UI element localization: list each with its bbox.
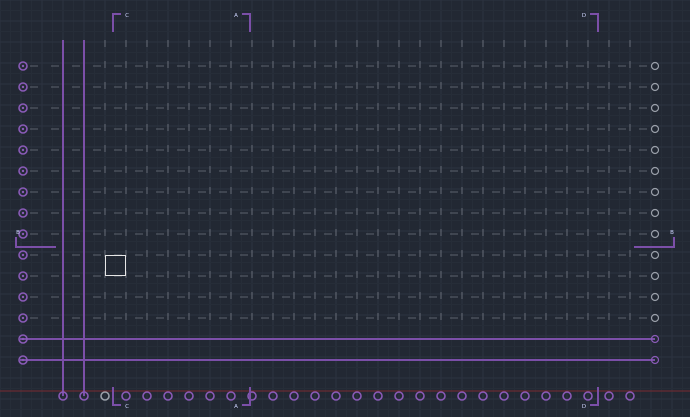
row-bubble-right[interactable]	[650, 166, 660, 176]
row-bubble-right[interactable]	[650, 250, 660, 260]
row-bubble-dot	[21, 127, 25, 131]
row-bubble-dot	[21, 316, 25, 320]
row-bubble-dot	[21, 232, 25, 236]
section-line	[242, 13, 251, 32]
row-bubble-right[interactable]	[650, 61, 660, 71]
row-bubble-dot	[21, 337, 25, 341]
row-bubble-dot	[21, 190, 25, 194]
row-bubble-right[interactable]	[650, 229, 660, 239]
row-bubble-right[interactable]	[650, 313, 660, 323]
row-bubble-dot	[21, 358, 25, 362]
row-bubble-dot	[21, 64, 25, 68]
section-line	[242, 387, 251, 406]
drawing-viewport[interactable]: C A D B B C A D	[0, 0, 690, 417]
row-bubble-dot	[21, 85, 25, 89]
section-label: C	[125, 13, 129, 19]
row-bubble-right[interactable]	[650, 187, 660, 197]
row-bubble-dot	[21, 253, 25, 257]
row-bubble-dot	[21, 211, 25, 215]
row-bubble-right[interactable]	[650, 124, 660, 134]
row-bubble-dot	[21, 148, 25, 152]
row-bubble-right[interactable]	[650, 208, 660, 218]
section-label: D	[582, 13, 586, 19]
section-line	[590, 13, 599, 32]
section-line	[112, 13, 121, 32]
row-bubble-right[interactable]	[650, 103, 660, 113]
section-label: A	[234, 13, 238, 19]
section-label: A	[234, 404, 238, 410]
row-bubble-dot	[21, 274, 25, 278]
section-label: C	[125, 404, 129, 410]
section-label: D	[582, 404, 586, 410]
drawing-canvas[interactable]: C A D B B C A D	[0, 0, 690, 417]
section-label: B	[670, 230, 674, 236]
row-bubble-right[interactable]	[650, 145, 660, 155]
row-bubble-dot	[21, 106, 25, 110]
row-bubble-right[interactable]	[650, 292, 660, 302]
section-marker-d-top[interactable]: D	[582, 13, 599, 32]
background-grid	[0, 0, 690, 417]
section-line	[112, 387, 121, 406]
section-label: B	[16, 230, 20, 236]
row-bubble-right[interactable]	[650, 271, 660, 281]
row-bubble-dot	[21, 169, 25, 173]
section-marker-a-top[interactable]: A	[234, 13, 251, 32]
tick-marks	[30, 40, 647, 320]
row-bubble-dot	[21, 295, 25, 299]
row-bubble-right[interactable]	[650, 82, 660, 92]
